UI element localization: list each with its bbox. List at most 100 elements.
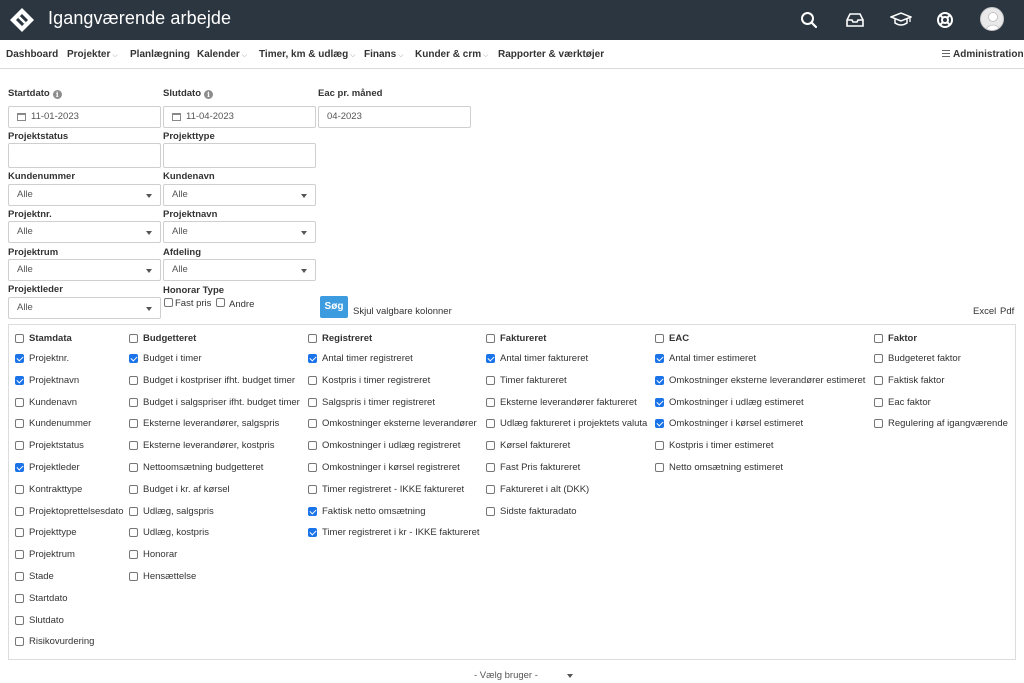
checkbox[interactable] bbox=[15, 397, 24, 407]
checkbox[interactable] bbox=[655, 441, 664, 451]
checkbox[interactable] bbox=[15, 441, 24, 451]
checkbox[interactable] bbox=[655, 397, 664, 407]
checkbox[interactable] bbox=[486, 334, 495, 343]
nav-kalender[interactable]: Kalender ⌵ bbox=[197, 49, 247, 60]
checkbox[interactable] bbox=[308, 419, 317, 429]
andre-checkbox[interactable] bbox=[216, 298, 225, 307]
projektleder-select[interactable]: Alle bbox=[8, 297, 161, 319]
checkbox[interactable] bbox=[308, 506, 317, 516]
checkbox[interactable] bbox=[486, 375, 495, 385]
export-pdf-link[interactable]: Pdf bbox=[1000, 306, 1014, 317]
info-icon[interactable]: i bbox=[52, 90, 62, 99]
checkbox[interactable] bbox=[655, 375, 664, 385]
checkbox[interactable] bbox=[486, 419, 495, 429]
checkbox[interactable] bbox=[129, 354, 138, 363]
app-logo-icon[interactable] bbox=[8, 6, 36, 34]
projektstatus-select[interactable] bbox=[8, 143, 161, 168]
nav-rapporter-vaerktoejer[interactable]: Rapporter & værktøjer bbox=[498, 49, 604, 60]
checkbox[interactable] bbox=[874, 354, 883, 363]
checkbox[interactable] bbox=[308, 334, 317, 343]
column-option-label: Antal timer registreret bbox=[322, 353, 413, 364]
checkbox[interactable] bbox=[15, 506, 24, 516]
checkbox[interactable] bbox=[15, 593, 24, 603]
kundenummer-select[interactable]: Alle bbox=[8, 184, 161, 206]
checkbox[interactable] bbox=[308, 484, 317, 494]
nav-administration[interactable]: Administration bbox=[942, 49, 1024, 60]
checkbox[interactable] bbox=[15, 375, 24, 385]
checkbox[interactable] bbox=[15, 572, 24, 581]
checkbox[interactable] bbox=[129, 441, 138, 451]
checkbox[interactable] bbox=[486, 397, 495, 407]
checkbox[interactable] bbox=[655, 419, 664, 429]
checkbox[interactable] bbox=[486, 463, 495, 472]
hide-columns-toggle[interactable]: Skjul valgbare kolonner bbox=[353, 306, 452, 317]
kundenavn-select[interactable]: Alle bbox=[163, 184, 316, 206]
column-option-label: Faktisk faktor bbox=[888, 374, 945, 386]
checkbox[interactable] bbox=[308, 463, 317, 472]
checkbox[interactable] bbox=[15, 334, 24, 343]
checkbox[interactable] bbox=[486, 484, 495, 494]
fast-pris-checkbox[interactable] bbox=[164, 298, 173, 307]
projektnr-select[interactable]: Alle bbox=[8, 221, 161, 243]
checkbox[interactable] bbox=[308, 397, 317, 407]
projekttype-select[interactable] bbox=[163, 143, 316, 168]
checkbox[interactable] bbox=[486, 441, 495, 451]
projektrum-select[interactable]: Alle bbox=[8, 259, 161, 281]
checkbox[interactable] bbox=[486, 506, 495, 516]
checkbox[interactable] bbox=[129, 397, 138, 407]
checkbox[interactable] bbox=[308, 375, 317, 385]
chevron-down-icon: ⌵ bbox=[241, 52, 248, 59]
info-icon[interactable]: i bbox=[204, 90, 213, 99]
lifebuoy-icon[interactable] bbox=[933, 8, 957, 32]
nav-dashboard[interactable]: Dashboard bbox=[6, 49, 58, 60]
checkbox[interactable] bbox=[874, 397, 883, 407]
eac-month-input[interactable]: 04-2023 bbox=[318, 106, 471, 128]
label-startdato: Startdato i bbox=[8, 88, 62, 99]
projektnavn-select[interactable]: Alle bbox=[163, 221, 316, 243]
checkbox[interactable] bbox=[308, 528, 317, 538]
checkbox[interactable] bbox=[15, 615, 24, 625]
user-avatar[interactable] bbox=[980, 7, 1004, 31]
checkbox[interactable] bbox=[15, 528, 24, 538]
checkbox[interactable] bbox=[308, 441, 317, 451]
checkbox[interactable] bbox=[15, 484, 24, 494]
checkbox[interactable] bbox=[15, 463, 24, 472]
checkbox[interactable] bbox=[129, 419, 138, 429]
nav-planlaegning[interactable]: Planlægning bbox=[130, 49, 190, 60]
checkbox[interactable] bbox=[874, 419, 883, 429]
checkbox[interactable] bbox=[15, 637, 24, 647]
nav-timer-km-udlaeg[interactable]: Timer, km & udlæg ⌵ bbox=[259, 49, 356, 60]
checkbox[interactable] bbox=[129, 550, 138, 560]
search-icon[interactable] bbox=[797, 8, 821, 32]
checkbox[interactable] bbox=[129, 528, 138, 538]
user-select[interactable]: - Vælg bruger - bbox=[474, 670, 538, 681]
checkbox[interactable] bbox=[129, 463, 138, 472]
checkbox[interactable] bbox=[129, 334, 138, 343]
afdeling-select[interactable]: Alle bbox=[163, 259, 316, 281]
nav-finans[interactable]: Finans ⌵ bbox=[364, 49, 404, 60]
graduation-cap-icon[interactable] bbox=[889, 8, 913, 32]
search-button[interactable]: Søg bbox=[320, 296, 348, 318]
checkbox[interactable] bbox=[129, 506, 138, 516]
column-option-label: Eksterne leverandører faktureret bbox=[500, 396, 637, 408]
export-excel-link[interactable]: Excel bbox=[973, 306, 996, 317]
checkbox[interactable] bbox=[15, 550, 24, 560]
checkbox[interactable] bbox=[655, 463, 664, 472]
inbox-icon[interactable] bbox=[843, 8, 867, 32]
checkbox[interactable] bbox=[874, 375, 883, 385]
checkbox[interactable] bbox=[15, 419, 24, 429]
slutdato-input[interactable]: 11-04-2023 bbox=[163, 106, 316, 128]
checkbox[interactable] bbox=[15, 354, 24, 363]
nav-projekter[interactable]: Projekter ⌵ bbox=[67, 49, 118, 60]
checkbox[interactable] bbox=[129, 572, 138, 581]
checkbox[interactable] bbox=[655, 354, 664, 363]
checkbox[interactable] bbox=[655, 334, 664, 343]
nav-kunder-crm[interactable]: Kunder & crm ⌵ bbox=[415, 49, 488, 60]
column-option-label: Omkostninger i udlæg registreret bbox=[322, 440, 461, 452]
checkbox[interactable] bbox=[129, 375, 138, 385]
checkbox[interactable] bbox=[486, 354, 495, 363]
checkbox[interactable] bbox=[308, 354, 317, 363]
checkbox[interactable] bbox=[874, 334, 883, 343]
startdato-input[interactable]: 11-01-2023 bbox=[8, 106, 161, 128]
checkbox[interactable] bbox=[129, 484, 138, 494]
